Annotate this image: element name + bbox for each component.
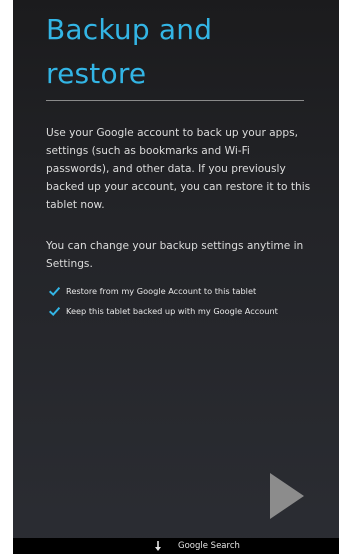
backup-option[interactable]: Keep this tablet backed up with my Googl… bbox=[49, 304, 278, 318]
google-search-label[interactable]: Google Search bbox=[178, 539, 240, 553]
page-title-line2: restore bbox=[46, 57, 147, 90]
down-arrow-icon[interactable] bbox=[154, 540, 162, 552]
settings-note: You can change your backup settings anyt… bbox=[46, 240, 304, 270]
next-button[interactable] bbox=[269, 472, 305, 520]
backup-restore-screen: Backup and restore Use your Google accoun… bbox=[13, 0, 339, 554]
restore-option-label: Restore from my Google Account to this t… bbox=[66, 286, 257, 296]
title-divider bbox=[46, 100, 304, 101]
page-title: Backup and restore bbox=[46, 8, 316, 96]
backup-checkbox[interactable] bbox=[49, 306, 60, 317]
restore-checkbox[interactable] bbox=[49, 286, 60, 297]
backup-description: Use your Google account to back up your … bbox=[46, 127, 311, 211]
system-navbar: Google Search bbox=[13, 538, 339, 554]
page-title-line1: Backup and bbox=[46, 13, 213, 46]
backup-option-label: Keep this tablet backed up with my Googl… bbox=[66, 306, 278, 316]
play-arrow-icon bbox=[270, 473, 304, 519]
restore-option[interactable]: Restore from my Google Account to this t… bbox=[49, 284, 256, 298]
